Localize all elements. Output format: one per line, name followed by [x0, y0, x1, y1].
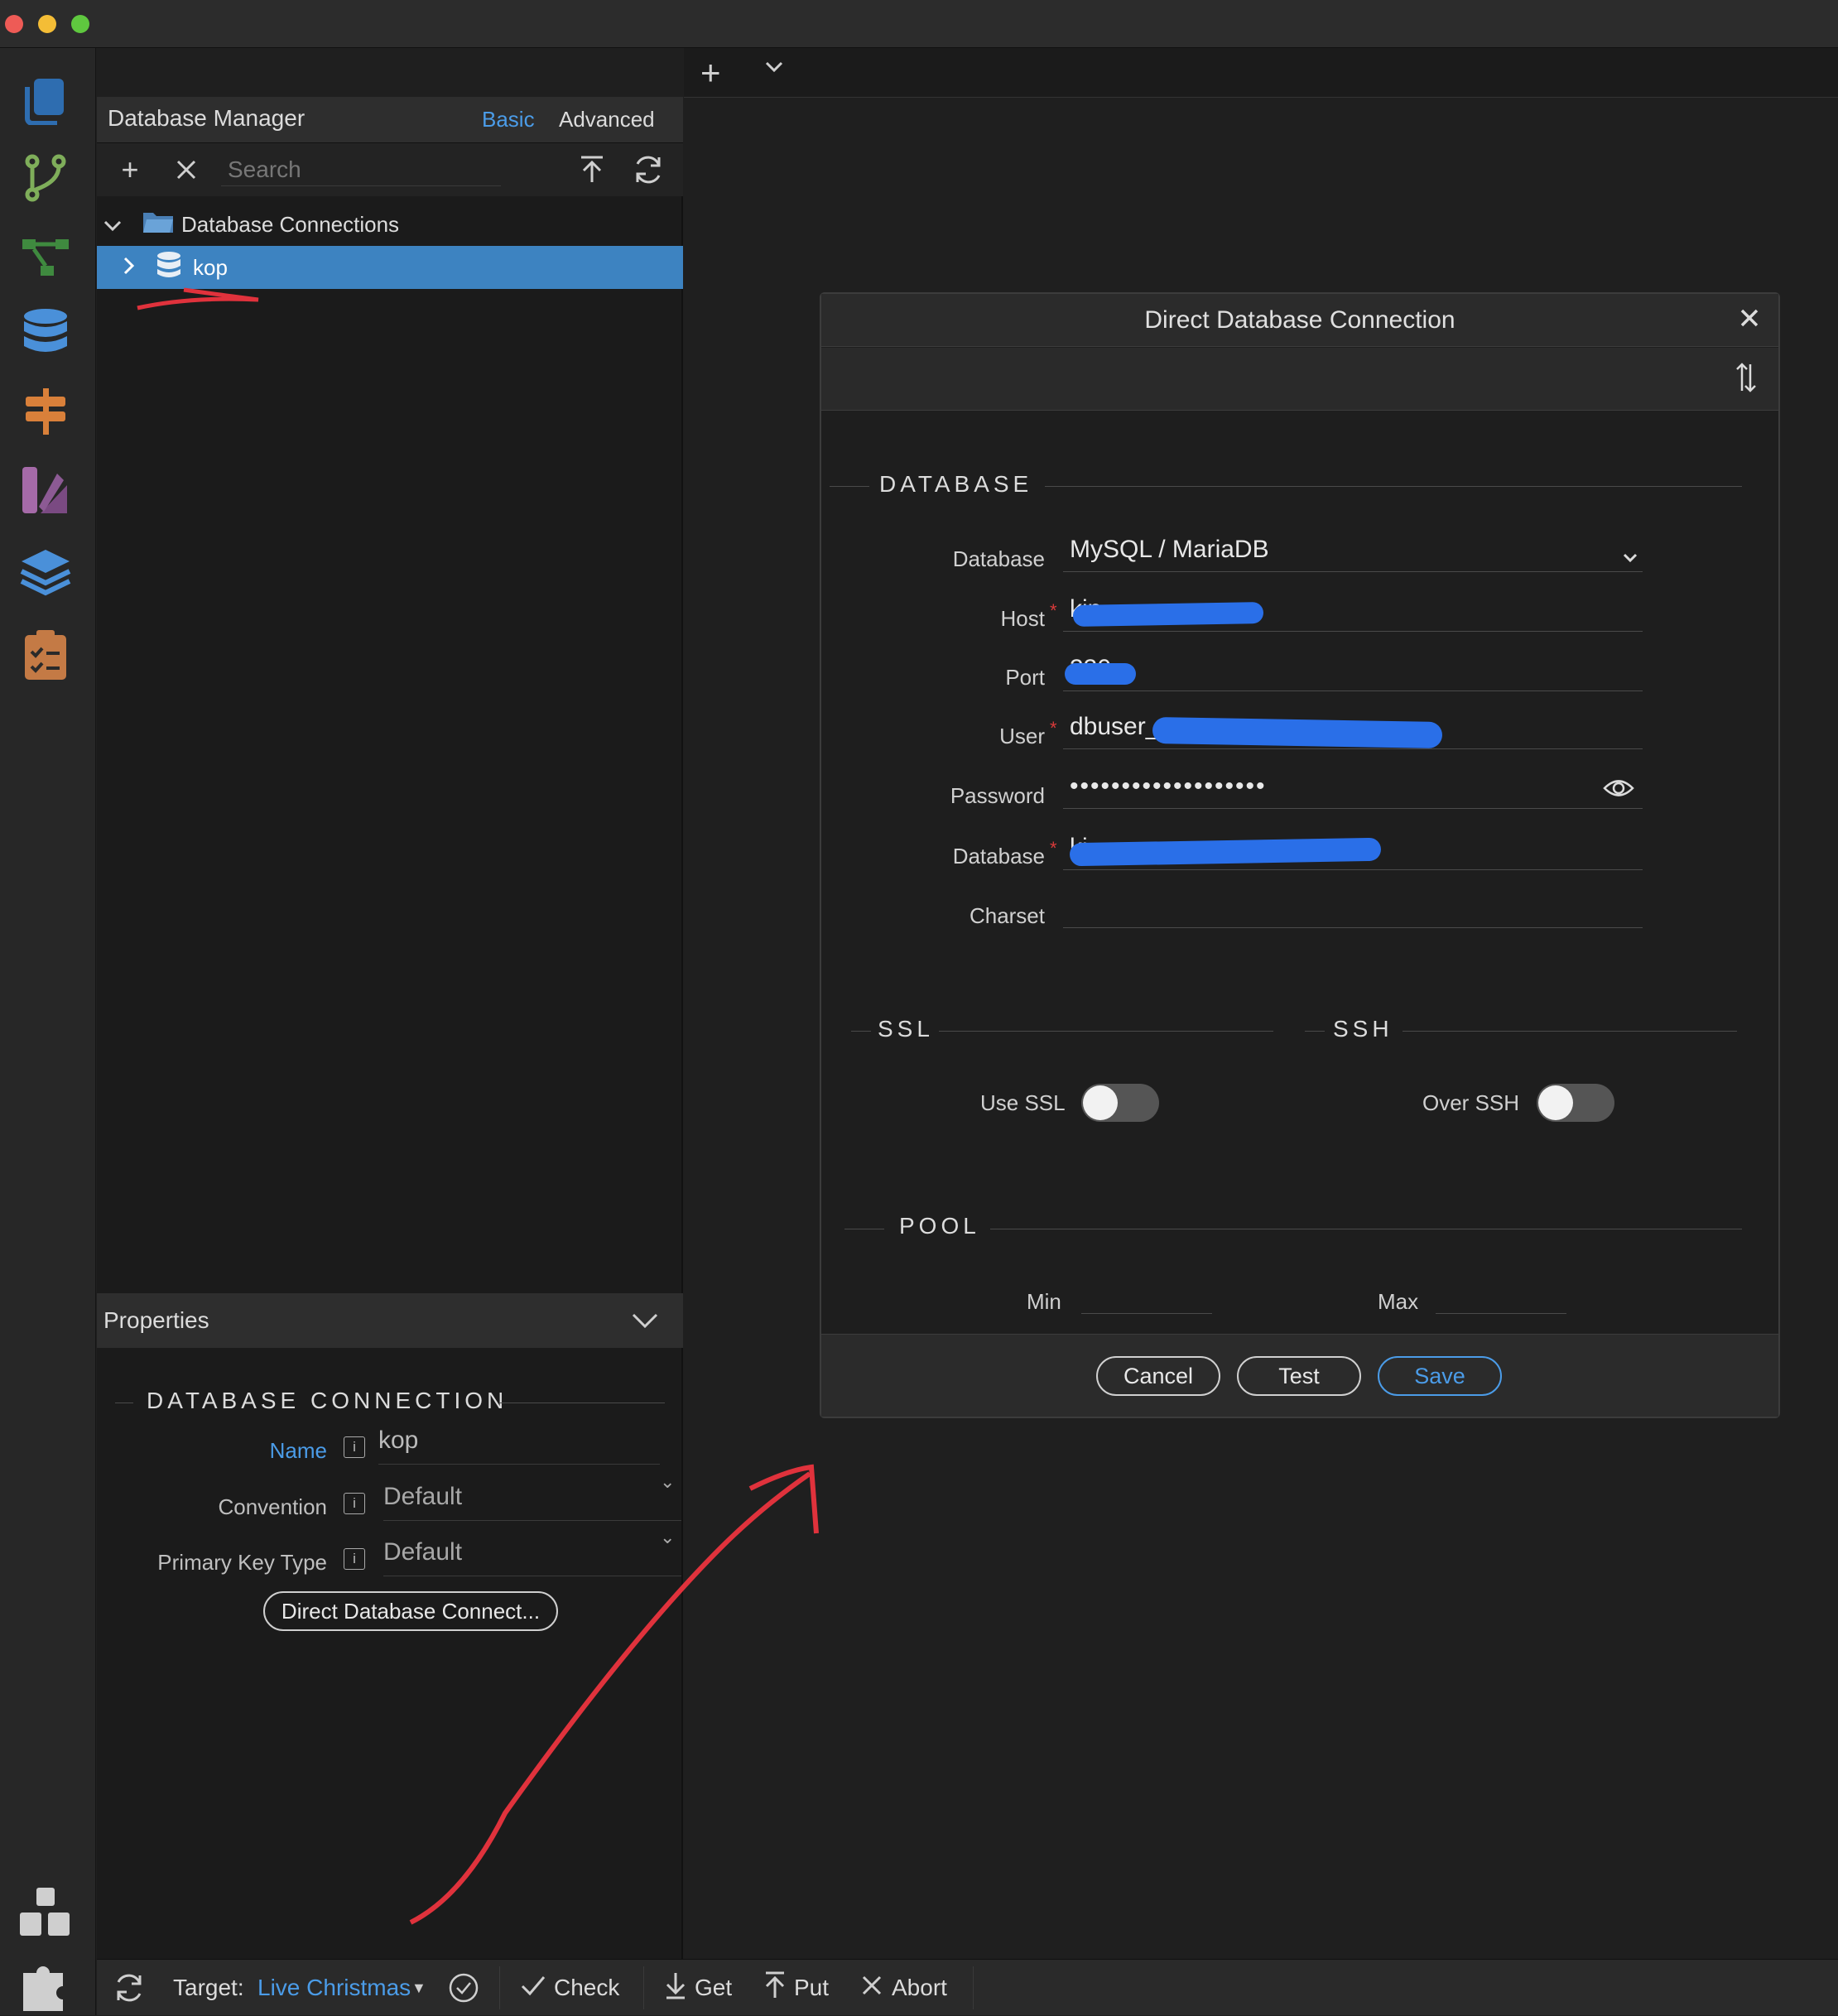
get-label: Get: [695, 1975, 733, 2000]
abort-button[interactable]: Abort: [862, 1960, 947, 2016]
abort-label: Abort: [892, 1975, 947, 2000]
get-button[interactable]: Get: [665, 1960, 732, 2016]
annotation-underline-kop: [137, 287, 259, 310]
divider: [973, 1966, 974, 2009]
upload-icon: [764, 1971, 786, 2005]
check-circle-icon[interactable]: [448, 1960, 479, 2016]
annotation-overlay: [137, 287, 819, 2011]
check-label: Check: [554, 1975, 620, 2000]
annotation-arrow-line: [409, 1471, 811, 1925]
put-button[interactable]: Put: [764, 1960, 829, 2016]
checkmark-icon: [521, 1975, 546, 2002]
put-label: Put: [794, 1975, 830, 2000]
caret-down-icon[interactable]: ▼: [411, 1960, 426, 2016]
close-icon: [862, 1975, 882, 2001]
check-button[interactable]: Check: [521, 1960, 619, 2016]
divider: [643, 1966, 644, 2009]
target-select[interactable]: Live Christmas: [257, 1960, 411, 2016]
target-label: Target:: [173, 1975, 244, 2000]
download-icon: [665, 1971, 686, 2005]
sync-icon[interactable]: [113, 1960, 145, 2016]
divider: [499, 1966, 500, 2009]
bottom-status-bar: Target: Live Christmas ▼ Check Get Put A…: [97, 1959, 1838, 2015]
